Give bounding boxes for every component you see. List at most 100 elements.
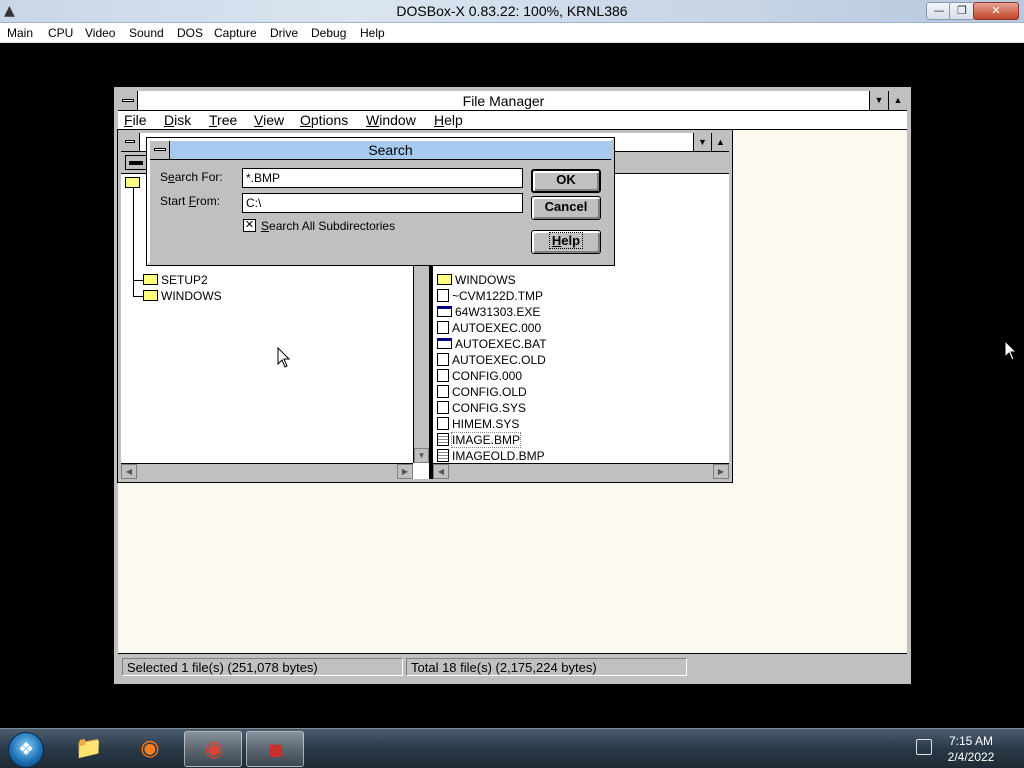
folder-icon [143,290,158,302]
windows-logo-icon: ❖ [18,739,35,760]
host-mouse-pointer-icon [1004,340,1018,361]
document-icon [437,353,449,367]
clock[interactable]: 7:15 AM 2/4/2022 [936,733,1006,765]
document-icon [437,385,449,399]
child-minimize-button[interactable]: ▼ [693,133,711,151]
mouse-pointer-icon [277,347,291,368]
system-menu-button[interactable] [118,91,138,110]
file-item-selected[interactable]: IMAGE.BMP [437,432,522,449]
file-item[interactable]: WINDOWS [437,273,516,289]
host-menu-main[interactable]: Main [7,26,33,40]
host-menu-help[interactable]: Help [360,26,385,40]
file-item[interactable]: CONFIG.000 [437,369,522,385]
dosbox-icon: ■ [268,740,284,759]
scroll-left-arrow[interactable]: ◀ [121,464,137,479]
host-menu-cpu[interactable]: CPU [48,26,73,40]
program-icon [437,306,452,318]
firefox-icon: ◉ [140,736,160,761]
tree-line [133,296,143,297]
host-menu-bar: Main CPU Video Sound DOS Capture Drive D… [0,23,1024,43]
tree-item-windows[interactable]: WINDOWS [143,289,222,305]
ok-button[interactable]: OK [531,169,601,193]
host-menu-capture[interactable]: Capture [214,26,257,40]
scroll-left-arrow[interactable]: ◀ [433,464,449,479]
search-dialog-title: Search [368,142,413,158]
menu-disk[interactable]: Disk [164,112,191,128]
dialog-system-menu-button[interactable] [150,141,170,159]
taskbar-firefox-button[interactable]: ◉ [121,731,179,767]
clock-date: 2/4/2022 [947,750,995,764]
taskbar-chrome-button[interactable]: ◉ [184,731,242,767]
tree-item-root[interactable] [125,176,143,192]
menu-options[interactable]: Options [300,112,348,128]
menu-help[interactable]: Help [434,112,463,128]
host-restore-button[interactable]: ❐ [949,2,975,20]
start-button[interactable]: ❖ [8,732,44,768]
file-item[interactable]: AUTOEXEC.OLD [437,353,546,369]
network-icon[interactable] [916,739,932,755]
minimize-button[interactable]: ▼ [869,91,888,110]
files-horizontal-scrollbar[interactable]: ◀ ▶ [433,463,729,479]
menu-window[interactable]: Window [366,112,416,128]
scroll-right-arrow[interactable]: ▶ [397,464,413,479]
system-tray: 7:15 AM 2/4/2022 [912,729,1024,768]
document-icon [437,321,449,335]
folder-icon [143,274,158,286]
file-manager-title: File Manager [462,93,545,109]
host-menu-dos[interactable]: DOS [177,26,203,40]
host-title-bar[interactable]: ▲ DOSBox-X 0.83.22: 100%, KRNL386 — ❐ ✕ [0,0,1024,23]
host-menu-video[interactable]: Video [85,26,115,40]
status-selected: Selected 1 file(s) (251,078 bytes) [122,658,403,676]
bitmap-file-icon [437,433,449,447]
file-item[interactable]: CONFIG.SYS [437,401,526,417]
document-icon [437,289,449,303]
menu-file[interactable]: File [124,112,147,128]
file-manager-menu-bar: File Disk Tree View Options Window Help [118,111,907,130]
drive-c-icon[interactable] [125,155,147,170]
tree-horizontal-scrollbar[interactable]: ◀ ▶ [121,463,413,479]
host-menu-debug[interactable]: Debug [311,26,346,40]
file-item[interactable]: AUTOEXEC.000 [437,321,541,337]
folder-icon [437,274,452,286]
menu-tree[interactable]: Tree [209,112,237,128]
file-item[interactable]: CONFIG.OLD [437,385,527,401]
taskbar-explorer-button[interactable]: 📁 [60,731,118,767]
start-from-label: Start From: [160,194,221,208]
document-icon [437,417,449,431]
maximize-button[interactable]: ▲ [888,91,907,110]
search-dialog[interactable]: Search Search For: *.BMP Start From: C:\… [146,137,615,266]
taskbar: ❖ 📁 ◉ ◉ ■ 7:15 AM 2/4/2022 [0,728,1024,768]
host-close-button[interactable]: ✕ [973,2,1019,20]
menu-view[interactable]: View [254,112,284,128]
clock-time: 7:15 AM [948,734,994,748]
tree-item-setup2[interactable]: SETUP2 [143,273,208,289]
start-from-input[interactable]: C:\ [242,193,523,213]
help-button[interactable]: Help [531,230,601,254]
search-subdirectories-label[interactable]: Search All Subdirectories [261,219,395,233]
file-manager-title-bar[interactable]: File Manager ▼ ▲ [118,91,907,111]
child-system-menu-button[interactable] [121,133,140,151]
document-icon [437,401,449,415]
search-for-label: Search For: [160,170,223,184]
search-subdirectories-checkbox[interactable]: ✕ [243,219,256,232]
host-window-title: DOSBox-X 0.83.22: 100%, KRNL386 [396,3,628,19]
status-bar: Selected 1 file(s) (251,078 bytes) Total… [118,653,907,680]
scroll-down-arrow[interactable]: ▼ [414,448,429,463]
open-folder-icon [125,177,140,189]
taskbar-dosbox-button[interactable]: ■ [246,731,304,767]
search-dialog-title-bar[interactable]: Search [150,141,611,160]
file-item[interactable]: 64W31303.EXE [437,305,540,321]
scroll-right-arrow[interactable]: ▶ [713,464,729,479]
host-menu-sound[interactable]: Sound [129,26,164,40]
host-menu-drive[interactable]: Drive [270,26,298,40]
child-maximize-button[interactable]: ▲ [711,133,729,151]
tree-line [133,280,143,281]
status-total: Total 18 file(s) (2,175,224 bytes) [406,658,687,676]
file-item[interactable]: HIMEM.SYS [437,417,519,433]
cancel-button[interactable]: Cancel [531,196,601,220]
search-for-input[interactable]: *.BMP [242,168,523,188]
bitmap-file-icon [437,449,449,463]
file-item[interactable]: AUTOEXEC.BAT [437,337,547,353]
folder-icon: 📁 [75,736,103,761]
file-item[interactable]: ~CVM122D.TMP [437,289,543,305]
